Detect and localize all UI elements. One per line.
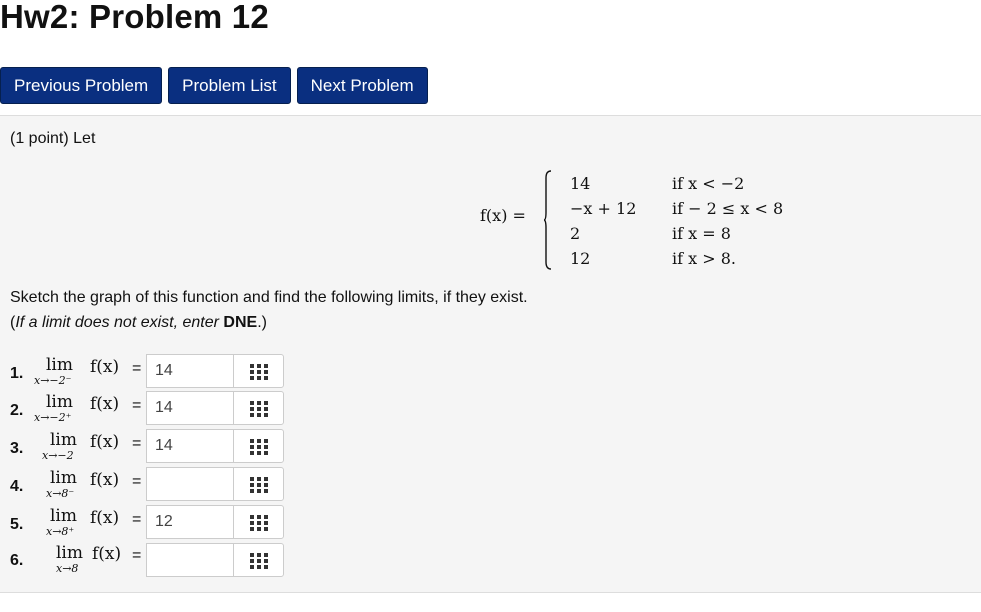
- limit-number: 4.: [10, 478, 24, 495]
- hint-dne: DNE: [223, 314, 258, 331]
- equation-palette-button[interactable]: [233, 467, 284, 501]
- dne-hint: (If a limit does not exist, enter DNE.): [10, 314, 267, 332]
- equals-sign: =: [132, 473, 142, 490]
- problem-list-button[interactable]: Problem List: [168, 67, 291, 104]
- equation-palette-button[interactable]: [233, 354, 284, 388]
- answer-input-3[interactable]: [146, 429, 236, 463]
- equals-sign: =: [132, 435, 142, 452]
- lim-word: lim: [56, 543, 83, 563]
- lim-function: f(x): [92, 544, 122, 564]
- problem-intro: (1 point) Let: [10, 130, 96, 147]
- limit-number: 1.: [10, 365, 24, 382]
- limit-number: 6.: [10, 552, 24, 569]
- lim-subscript: x→8⁺: [46, 525, 75, 538]
- equation-palette-icon: [250, 477, 268, 493]
- answer-input-6[interactable]: [146, 543, 236, 577]
- sketch-instruction: Sketch the graph of this function and fi…: [10, 289, 528, 306]
- lim-subscript: x→−2: [42, 449, 74, 462]
- answer-input-2[interactable]: [146, 391, 236, 425]
- limit-number: 5.: [10, 516, 24, 533]
- lim-subscript: x→8: [56, 562, 79, 575]
- hint-italic: If a limit does not exist, enter: [15, 314, 224, 331]
- lim-function: f(x): [90, 394, 120, 414]
- equation-palette-button[interactable]: [233, 505, 284, 539]
- limit-number: 3.: [10, 440, 24, 457]
- answer-input-1[interactable]: [146, 354, 236, 388]
- page-title: Hw2: Problem 12: [0, 0, 269, 35]
- equals-sign: =: [132, 397, 142, 414]
- lim-word: lim: [50, 506, 77, 526]
- piece-expr-1: 14: [570, 174, 591, 193]
- equals-sign: =: [132, 547, 142, 564]
- limit-number: 2.: [10, 402, 24, 419]
- equation-palette-icon: [250, 439, 268, 455]
- lim-function: f(x): [90, 508, 120, 528]
- piecewise-brace: [544, 170, 552, 270]
- equation-palette-icon: [250, 515, 268, 531]
- equation-palette-button[interactable]: [233, 391, 284, 425]
- lim-word: lim: [46, 392, 73, 412]
- lim-word: lim: [50, 430, 77, 450]
- equation-palette-button[interactable]: [233, 429, 284, 463]
- piece-expr-2: −x + 12: [570, 199, 637, 218]
- piece-expr-3: 2: [570, 224, 581, 243]
- lim-function: f(x): [90, 357, 120, 377]
- function-lhs: f(x) =: [480, 206, 526, 225]
- answer-input-5[interactable]: [146, 505, 236, 539]
- answer-input-4[interactable]: [146, 467, 236, 501]
- equation-palette-button[interactable]: [233, 543, 284, 577]
- lim-word: lim: [46, 355, 73, 375]
- piece-cond-2: if − 2 ≤ x < 8: [672, 199, 784, 218]
- lim-function: f(x): [90, 432, 120, 452]
- problem-navigation: Previous Problem Problem List Next Probl…: [0, 67, 428, 104]
- equals-sign: =: [132, 511, 142, 528]
- equation-palette-icon: [250, 364, 268, 380]
- piece-cond-1: if x < −2: [672, 174, 745, 193]
- next-problem-button[interactable]: Next Problem: [296, 67, 428, 104]
- hint-close: .): [257, 314, 267, 331]
- piece-cond-4: if x > 8.: [672, 249, 736, 268]
- lim-subscript: x→8⁻: [46, 487, 75, 500]
- lim-subscript: x→−2⁺: [34, 411, 72, 424]
- previous-problem-button[interactable]: Previous Problem: [0, 67, 163, 104]
- piece-cond-3: if x = 8: [672, 224, 731, 243]
- lim-subscript: x→−2⁻: [34, 374, 72, 387]
- equals-sign: =: [132, 360, 142, 377]
- equation-palette-icon: [250, 401, 268, 417]
- lim-function: f(x): [90, 470, 120, 490]
- lim-word: lim: [50, 468, 77, 488]
- equation-palette-icon: [250, 553, 268, 569]
- piece-expr-4: 12: [570, 249, 591, 268]
